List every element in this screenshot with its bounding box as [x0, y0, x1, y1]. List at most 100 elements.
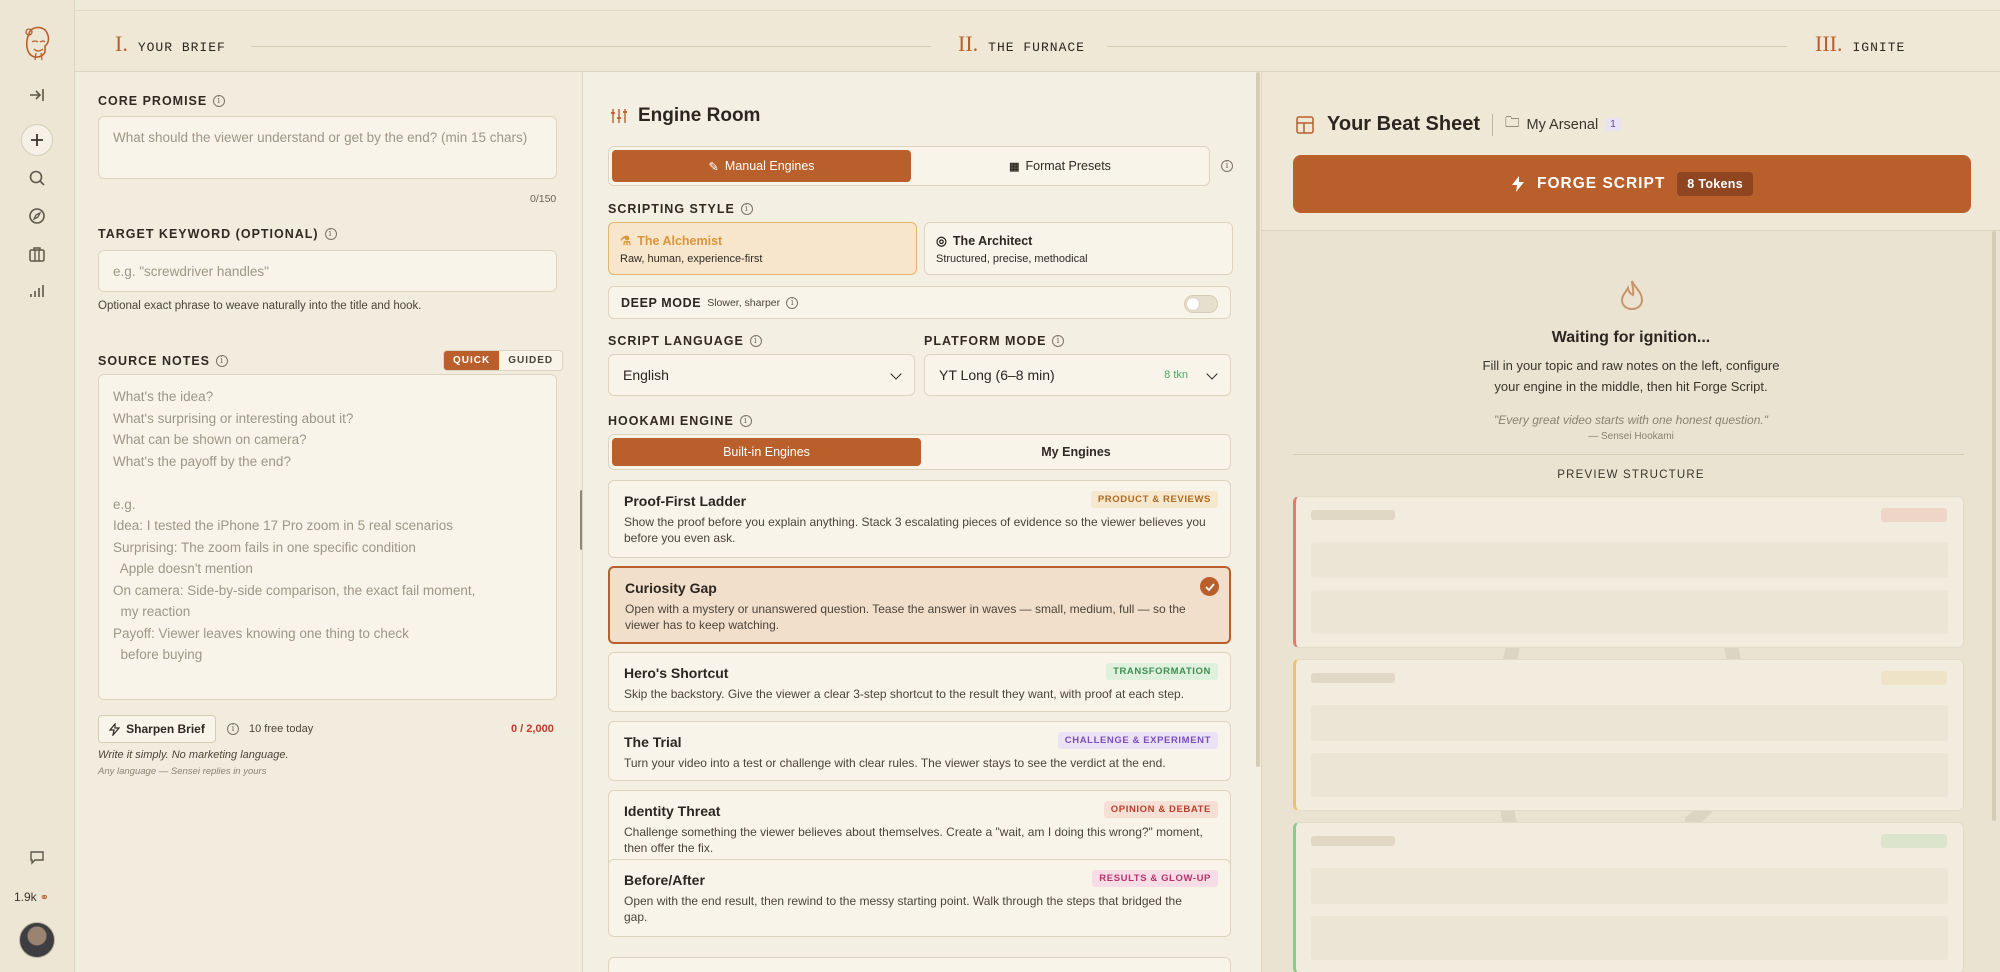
sidebar-expand-icon[interactable]: [22, 80, 52, 110]
tab-my-engines[interactable]: My Engines: [923, 438, 1229, 466]
engine-card[interactable]: [608, 957, 1231, 972]
source-notes-label-text: SOURCE NOTES: [98, 354, 211, 368]
core-promise-input[interactable]: What should the viewer understand or get…: [98, 116, 557, 179]
mode-guided-button[interactable]: GUIDED: [499, 351, 563, 370]
notes-placeholder-line: before buying: [113, 647, 203, 662]
tab-format-presets[interactable]: ▦ Format Presets: [912, 150, 1208, 182]
target-keyword-label-text: TARGET KEYWORD (OPTIONAL): [98, 227, 319, 241]
plus-icon[interactable]: [21, 124, 53, 156]
style-card-alchemist[interactable]: ⚗ The Alchemist Raw, human, experience-fi…: [608, 222, 917, 275]
deep-mode-toggle[interactable]: [1184, 295, 1218, 313]
info-icon[interactable]: i: [739, 415, 752, 427]
info-icon[interactable]: i: [324, 228, 337, 240]
tab-mine-label: My Engines: [1041, 445, 1111, 459]
briefcase-icon[interactable]: [22, 239, 52, 269]
header-divider: [1492, 113, 1493, 136]
notes-placeholder-line: What's the payoff by the end?: [113, 453, 291, 469]
engine-card[interactable]: The Trial Turn your video into a test or …: [608, 721, 1231, 781]
info-icon[interactable]: i: [740, 203, 753, 215]
engine-category-badge: RESULTS & GLOW-UP: [1092, 870, 1218, 887]
step-ignite[interactable]: III. IGNITE: [1815, 31, 1905, 57]
avatar[interactable]: [19, 922, 55, 958]
skeleton-beat-card: [1293, 496, 1964, 648]
engine-description: Challenge something the viewer believes …: [624, 825, 1203, 855]
beat-sheet-scrollbar[interactable]: [1992, 231, 1996, 821]
tab-manual-engines[interactable]: ✎ Manual Engines: [612, 150, 911, 182]
notes-placeholder-line: e.g.: [113, 496, 136, 512]
pencil-icon: ✎: [708, 159, 719, 174]
info-icon[interactable]: i: [749, 335, 762, 347]
info-icon[interactable]: i: [216, 355, 229, 367]
compass-icon[interactable]: [22, 201, 52, 231]
selected-check-icon: [1200, 577, 1219, 596]
script-language-select[interactable]: English: [608, 354, 915, 396]
credits-display[interactable]: 1.9k ⚭: [14, 890, 49, 904]
info-icon[interactable]: i: [227, 723, 239, 735]
target-keyword-input[interactable]: e.g. "screwdriver handles": [98, 250, 557, 292]
core-promise-label: CORE PROMISE i: [98, 94, 226, 108]
step-the-furnace[interactable]: II. THE FURNACE: [958, 31, 1085, 57]
style-card-architect[interactable]: ◎ The Architect Structured, precise, meth…: [924, 222, 1233, 275]
deep-mode-sub: Slower, sharper: [707, 296, 781, 309]
engine-category-badge: OPINION & DEBATE: [1103, 801, 1218, 818]
skeleton-beat-card: [1293, 822, 1964, 972]
search-icon[interactable]: [22, 163, 52, 193]
tab-built-in-engines[interactable]: Built-in Engines: [612, 438, 921, 466]
engine-description: Skip the backstory. Give the viewer a cl…: [624, 687, 1185, 701]
info-icon[interactable]: i: [1221, 160, 1233, 172]
grid-icon: ▦: [1009, 160, 1020, 173]
skeleton-badge-bar: [1881, 834, 1947, 848]
waiting-quote-author: — Sensei Hookami: [1588, 431, 1674, 442]
core-promise-placeholder: What should the viewer understand or get…: [113, 130, 528, 145]
engine-room-scrollbar[interactable]: [1256, 72, 1260, 767]
notes-placeholder-line: What's surprising or interesting about i…: [113, 410, 354, 426]
step-numeral: II.: [958, 31, 979, 56]
script-language-label: SCRIPT LANGUAGE i: [608, 334, 762, 348]
bolt-icon: [109, 722, 121, 736]
platform-mode-select[interactable]: YT Long (6–8 min) 8 tkn: [924, 354, 1231, 396]
forge-script-button[interactable]: FORGE SCRIPT 8 Tokens: [1293, 155, 1971, 213]
core-promise-label-text: CORE PROMISE: [98, 94, 208, 108]
sharpen-brief-label: Sharpen Brief: [126, 722, 205, 736]
skeleton-beat-card: [1293, 659, 1964, 811]
platform-token-cost: 8 tkn: [1164, 369, 1188, 381]
source-notes-textarea[interactable]: What's the idea? What's surprising or int…: [98, 374, 557, 700]
step-divider: [1107, 46, 1787, 47]
info-icon[interactable]: i: [786, 296, 799, 309]
layout-icon: [1296, 115, 1314, 134]
skeleton-badge-bar: [1881, 671, 1947, 685]
step-your-brief[interactable]: I. YOUR BRIEF: [115, 31, 226, 57]
sharpen-brief-button[interactable]: Sharpen Brief: [98, 715, 216, 743]
deep-mode-row: DEEP MODE Slower, sharper i: [608, 286, 1231, 319]
script-language-value: English: [623, 367, 669, 383]
engine-room-panel: Engine Room ✎ Manual Engines ▦ Format Pres…: [582, 72, 1262, 972]
notes-mode-toggle: QUICK GUIDED: [443, 350, 564, 371]
notes-placeholder-line: [113, 472, 542, 494]
info-icon[interactable]: i: [1052, 335, 1065, 347]
sensei-logo-icon[interactable]: [20, 22, 54, 62]
notes-placeholder-line: What's the idea?: [113, 389, 214, 404]
left-rail: 1.9k ⚭: [0, 0, 75, 972]
engine-card[interactable]: Identity Threat Challenge something the v…: [608, 790, 1231, 868]
my-arsenal-button[interactable]: 🗀 My Arsenal 1: [1505, 112, 1621, 137]
engine-card[interactable]: Curiosity Gap Open with a mystery or unan…: [608, 566, 1231, 644]
arsenal-count-badge: 1: [1605, 118, 1621, 131]
brief-panel: CORE PROMISE i What should the viewer und…: [75, 72, 582, 972]
my-arsenal-label: My Arsenal: [1526, 116, 1599, 133]
sliders-icon: [611, 109, 627, 123]
engine-card[interactable]: Before/After Open with the end result, th…: [608, 859, 1231, 937]
info-icon[interactable]: i: [213, 95, 226, 107]
chart-icon[interactable]: [22, 276, 52, 306]
hookami-engine-label: HOOKAMI ENGINE i: [608, 414, 752, 428]
engine-card[interactable]: Hero's Shortcut Skip the backstory. Give …: [608, 652, 1231, 712]
skeleton-title-bar: [1311, 836, 1395, 846]
engine-card[interactable]: Proof-First Ladder Show the proof before …: [608, 480, 1231, 558]
chat-icon[interactable]: [22, 842, 52, 872]
platform-mode-value: YT Long (6–8 min): [939, 367, 1055, 383]
free-today-text: 10 free today: [249, 723, 314, 735]
skeleton-title-bar: [1311, 510, 1395, 520]
waiting-quote: "Every great video starts with one hones…: [1493, 413, 1768, 427]
mode-quick-button[interactable]: QUICK: [444, 351, 500, 370]
engine-name: Curiosity Gap: [625, 580, 717, 596]
flame-icon: [1620, 280, 1644, 311]
